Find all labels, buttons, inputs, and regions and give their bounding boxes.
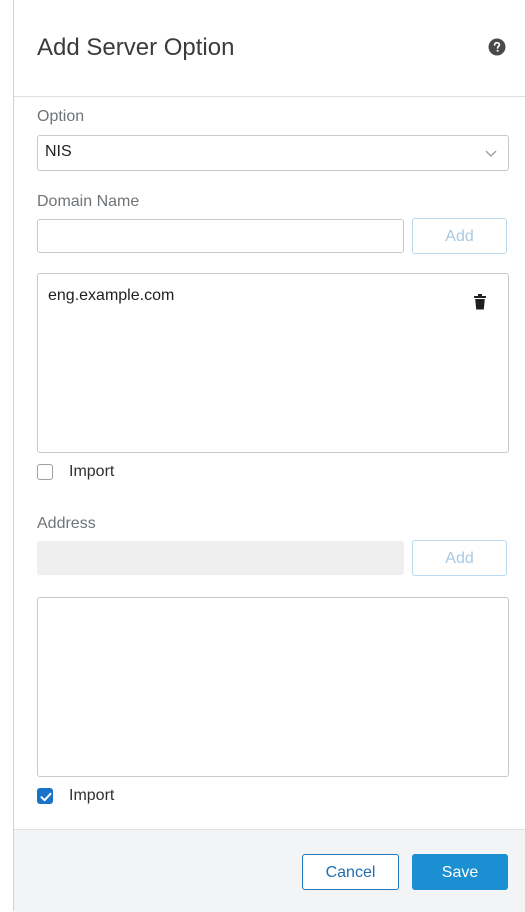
address-import-label: Import: [69, 787, 115, 804]
domain-name-label: Domain Name: [37, 193, 140, 210]
option-select[interactable]: NIS: [37, 135, 509, 171]
background-edge: [0, 0, 14, 911]
save-button[interactable]: Save: [412, 854, 508, 890]
address-add-button[interactable]: Add: [412, 540, 507, 576]
dialog-footer: Cancel Save: [14, 829, 525, 912]
add-server-option-dialog: Add Server Option Option NIS Domain Name…: [14, 0, 525, 912]
address-list: [37, 597, 509, 777]
domain-list: eng.example.com: [37, 273, 509, 453]
chevron-down-icon: [485, 150, 497, 157]
option-label: Option: [37, 108, 85, 125]
domain-name-input[interactable]: [37, 219, 404, 253]
address-input[interactable]: [37, 541, 404, 575]
domain-list-item: eng.example.com: [48, 287, 175, 304]
checkmark-icon: [40, 792, 52, 802]
address-label: Address: [37, 515, 96, 532]
address-import-checkbox[interactable]: [37, 788, 53, 804]
domain-add-button[interactable]: Add: [412, 218, 507, 254]
option-selected-value: NIS: [45, 143, 72, 160]
cancel-button[interactable]: Cancel: [302, 854, 399, 890]
domain-import-checkbox[interactable]: [37, 464, 53, 480]
dialog-title: Add Server Option: [37, 34, 235, 61]
domain-import-label: Import: [69, 463, 115, 480]
dialog-header: Add Server Option: [14, 0, 525, 97]
trash-icon[interactable]: [474, 294, 486, 310]
question-circle-icon[interactable]: [488, 38, 506, 56]
